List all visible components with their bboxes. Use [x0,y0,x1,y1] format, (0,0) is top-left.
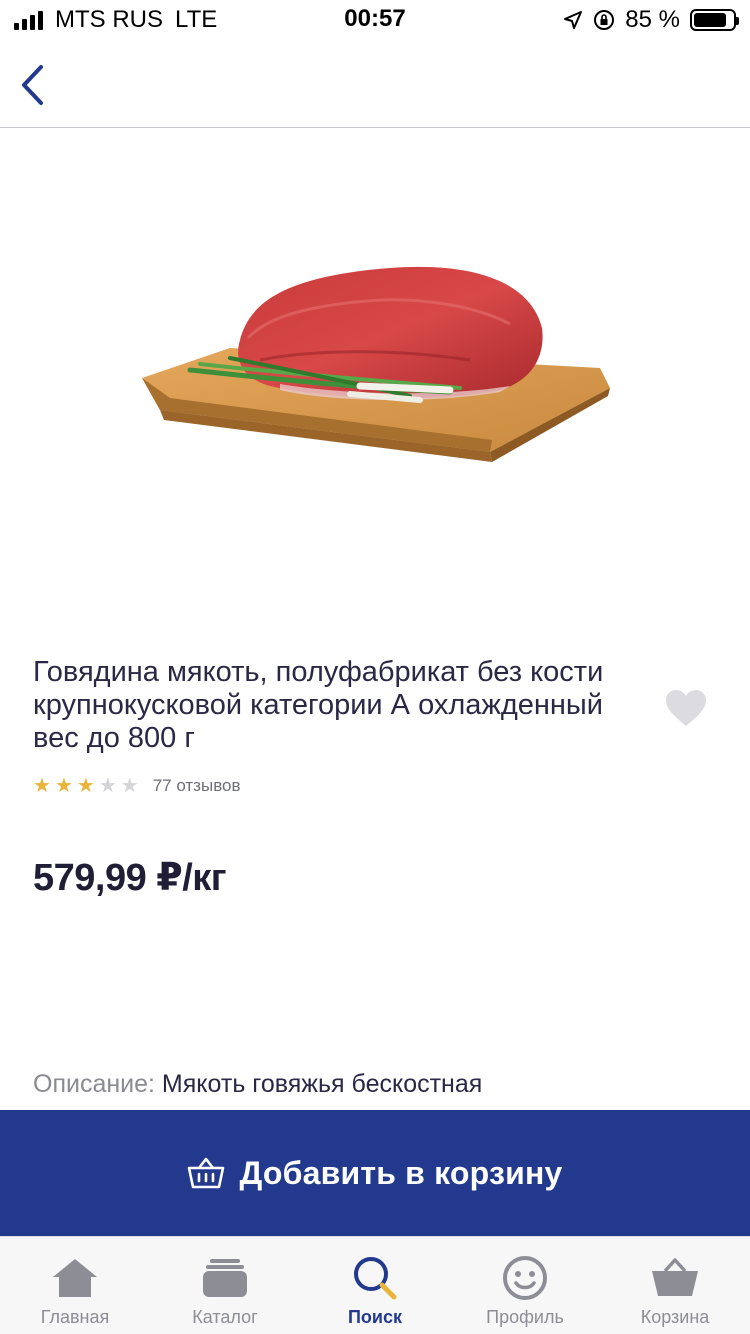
back-button[interactable] [12,60,52,110]
status-bar: MTS RUS LTE 00:57 85 % [0,0,750,42]
tab-search[interactable]: Поиск [300,1237,450,1334]
star-icon: ★ [54,775,73,797]
basket-icon [188,1157,225,1189]
description-label: Описание: [33,1070,155,1098]
star-icon: ★ [98,775,117,797]
tab-label: Профиль [486,1307,564,1327]
battery-icon [690,9,739,31]
product-price: 579,99 ₽/кг [33,857,227,899]
basket-icon [650,1255,700,1301]
rating: ★ ★ ★ ★ ★ 77 отзывов [33,774,241,798]
status-right: 85 % [563,6,739,34]
tab-label: Поиск [347,1307,403,1327]
add-to-cart-label: Добавить в корзину [239,1154,563,1191]
catalog-icon [200,1255,250,1301]
tab-profile[interactable]: Профиль [450,1237,600,1334]
tab-home[interactable]: Главная [0,1237,150,1334]
star-icon: ★ [76,775,95,797]
heart-icon [666,690,706,726]
description: Описание: Мякоть говяжья бескостная [33,1070,482,1099]
rotation-lock-icon [594,10,615,30]
battery-percent: 85 % [625,6,680,33]
navigation-bar [0,42,750,128]
chevron-left-icon [22,65,43,105]
search-icon [350,1255,400,1301]
reviews-link[interactable]: 77 отзывов [153,776,241,796]
location-icon [564,11,583,29]
tab-catalog[interactable]: Каталог [150,1237,300,1334]
profile-icon [500,1255,550,1301]
favorite-button[interactable] [664,688,708,728]
product-title: Говядина мякоть, полуфабрикат без кости … [33,656,604,754]
description-text: Мякоть говяжья бескостная [154,1070,483,1098]
rating-stars: ★ ★ ★ ★ ★ [33,774,139,798]
star-icon: ★ [120,775,139,797]
product-image [142,266,610,462]
tab-basket[interactable]: Корзина [600,1237,750,1334]
tab-bar: Главная Каталог Поиск Профиль Корзина [0,1236,750,1334]
add-to-cart-button[interactable]: Добавить в корзину [0,1110,750,1236]
tab-label: Корзина [640,1307,710,1327]
tab-label: Главная [40,1307,110,1327]
star-icon: ★ [33,775,51,797]
home-icon [50,1255,100,1301]
tab-label: Каталог [192,1307,258,1327]
